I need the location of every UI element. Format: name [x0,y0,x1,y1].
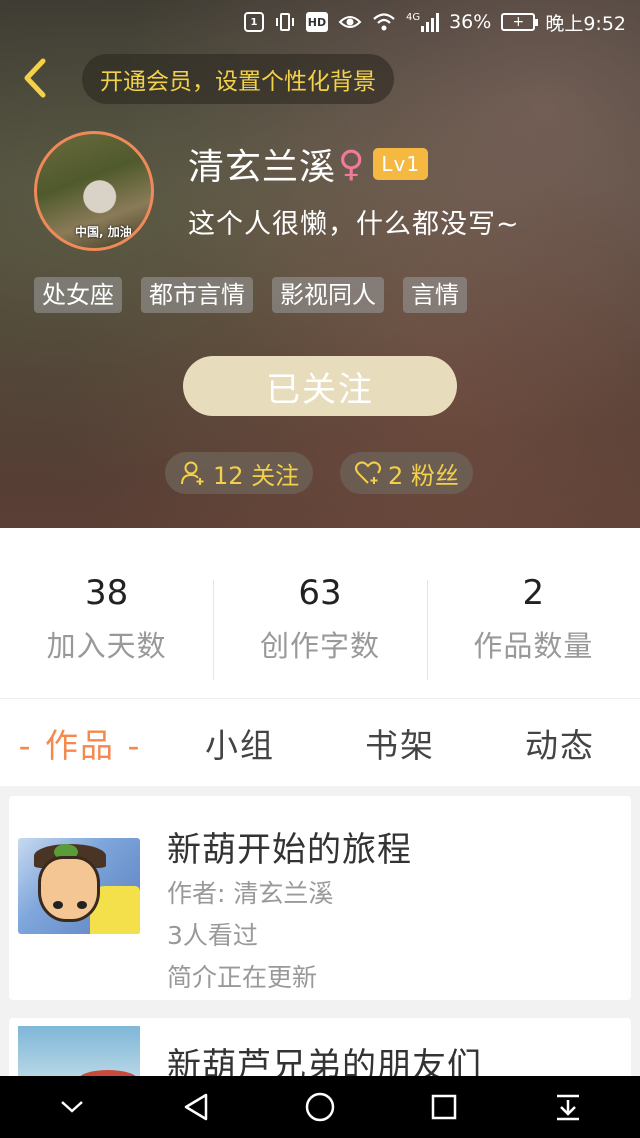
stats-panel: 38 加入天数 63 创作字数 2 作品数量 [0,528,640,698]
network-type: 4G [405,12,421,23]
heart-plus-icon [355,461,381,484]
signal-icon: 4G [405,12,440,32]
profile-screen: 1 HD 4G 36% + 晚上9:52 开通会员，设置个性化背景 中国, 加油… [0,0,640,1138]
work-card[interactable]: 新葫开始的旅程 作者: 清玄兰溪 3人看过 简介正在更新 [9,796,631,1000]
tag: 处女座 [34,277,122,313]
stat-label: 作品数量 [473,629,594,663]
status-bar: 1 HD 4G 36% + 晚上9:52 [0,0,640,44]
navigation-bar [0,1076,640,1138]
nav-home-button[interactable] [290,1076,350,1138]
fans-count: 2 粉丝 [388,461,459,490]
back-triangle-icon [184,1093,208,1121]
female-icon: ♀ [338,143,366,185]
username-row: 清玄兰溪 ♀ Lv1 [188,138,429,190]
back-button[interactable] [14,56,54,100]
fans-count-button[interactable]: 2 粉丝 [340,452,473,494]
followed-button[interactable]: 已关注 [183,356,457,416]
chevron-down-icon [61,1101,83,1113]
user-plus-icon [181,461,204,485]
work-views: 3人看过 [167,921,258,950]
clock: 晚上9:52 [545,12,626,35]
stat-label: 加入天数 [46,629,167,663]
tab-works[interactable]: - 作品 - [0,719,160,767]
tab-bookshelf[interactable]: 书架 [320,719,480,767]
nav-recents-button[interactable] [414,1076,474,1138]
avatar-caption: 中国, 加油 [75,225,132,239]
following-count: 12 关注 [213,461,300,490]
tab-groups[interactable]: 小组 [160,719,320,767]
bio: 这个人很懒，什么都没写~ [188,209,520,240]
notification-pulldown-button[interactable] [538,1076,598,1138]
sim-icon: 1 [243,12,264,32]
tag: 都市言情 [141,277,253,313]
profile-tabs: - 作品 - 小组 书架 动态 [0,698,640,786]
work-cover [18,838,140,934]
following-count-button[interactable]: 12 关注 [165,452,314,494]
recents-square-icon [431,1094,457,1120]
stat-value: 63 [298,573,342,613]
tag: 影视同人 [272,277,384,313]
stat-label: 创作字数 [259,629,380,663]
stat-value: 2 [522,573,545,613]
username: 清玄兰溪 [188,147,337,188]
stat-word-count: 63 创作字数 [213,528,426,698]
stat-value: 38 [85,573,129,613]
nav-back-button[interactable] [166,1076,226,1138]
stat-days-joined: 38 加入天数 [0,528,213,698]
work-author: 作者: 清玄兰溪 [167,879,334,908]
level-badge: Lv1 [373,148,429,180]
battery-percent: 36% [449,11,492,33]
tab-activity[interactable]: 动态 [480,719,640,767]
profile-header: 1 HD 4G 36% + 晚上9:52 开通会员，设置个性化背景 中国, 加油… [0,0,640,528]
hide-navbar-button[interactable] [42,1076,102,1138]
battery-icon: + [501,13,539,31]
avatar[interactable]: 中国, 加油 [34,131,154,251]
tag: 言情 [403,277,467,313]
vibrate-icon [274,11,296,33]
works-list: 新葫开始的旅程 作者: 清玄兰溪 3人看过 简介正在更新 新葫芦兄弟的朋友们 [0,786,640,1098]
wifi-icon [372,12,396,32]
home-circle-icon [305,1092,335,1122]
pulldown-icon [557,1094,579,1121]
eye-icon [338,13,362,31]
chevron-left-icon [24,58,46,98]
hd-icon: HD [305,12,328,32]
work-intro: 简介正在更新 [167,963,318,992]
work-title: 新葫开始的旅程 [167,830,412,870]
tag-list: 处女座 都市言情 影视同人 言情 [34,277,467,313]
stat-works-count: 2 作品数量 [426,528,640,698]
vip-background-prompt[interactable]: 开通会员，设置个性化背景 [82,54,394,104]
